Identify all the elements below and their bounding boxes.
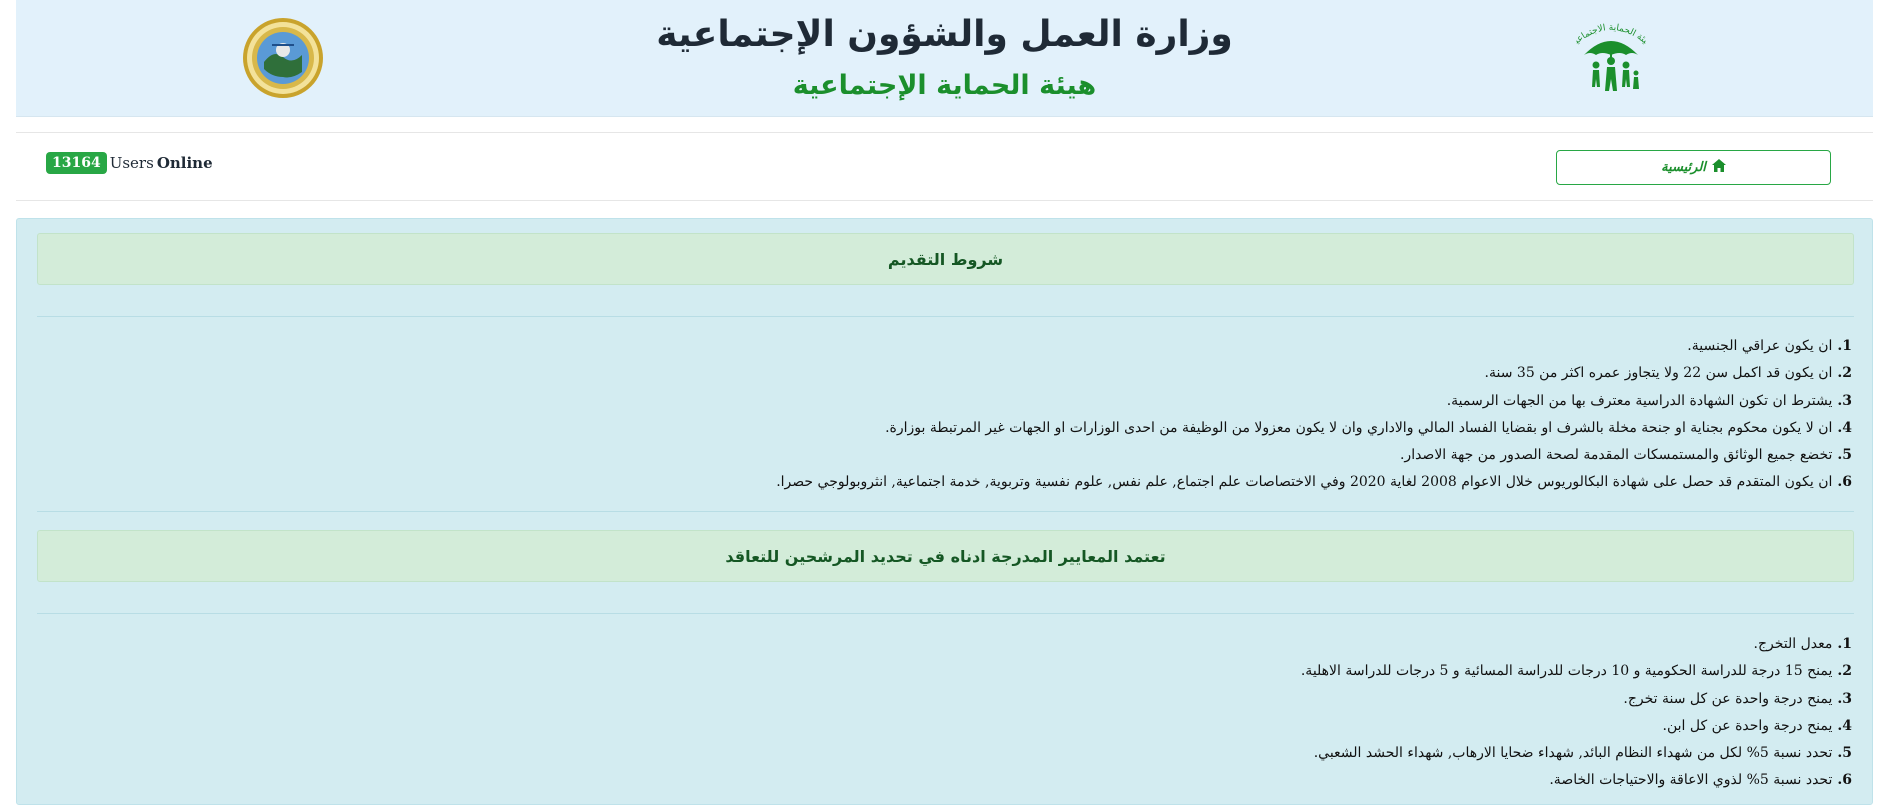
online-count-badge: 13164 — [46, 152, 107, 174]
list-item: 1.معدل التخرج. — [1753, 636, 1852, 652]
list-item: 6.ان يكون المتقدم قد حصل على شهادة البكا… — [776, 474, 1852, 491]
conditions-list: 1.ان يكون عراقي الجنسية. 2.ان يكون قد اك… — [52, 333, 1852, 497]
list-item: 5.تحدد نسبة 5% لكل من شهداء النظام البائ… — [1313, 745, 1852, 762]
list-item: 4.ان لا يكون محكوم بجناية او جنحة مخلة ب… — [885, 419, 1852, 436]
home-icon — [1711, 159, 1726, 176]
section-divider — [37, 511, 1854, 512]
users-online-counter: 13164 Users Online — [46, 151, 213, 175]
criteria-heading: تعتمد المعايير المدرجة ادناه في تحديد ال… — [37, 530, 1854, 582]
section-divider — [37, 316, 1854, 317]
nav-divider-top — [16, 132, 1873, 133]
list-item: 2.يمنح 15 درجة للدراسة الحكومية و 10 درج… — [1300, 663, 1852, 680]
list-item: 1.ان يكون عراقي الجنسية. — [1687, 338, 1852, 354]
conditions-heading: شروط التقديم — [37, 233, 1854, 285]
list-item: 3.يمنح درجة واحدة عن كل سنة تخرج. — [1623, 690, 1852, 707]
home-button-label: الرئيسية — [1661, 160, 1706, 175]
list-item: 2.ان يكون قد اكمل سن 22 ولا يتجاوز عمره … — [1484, 365, 1852, 382]
list-item: 4.يمنح درجة واحدة عن كل ابن. — [1662, 717, 1852, 734]
list-item: 3.يشترط ان تكون الشهادة الدراسية معترف ب… — [1446, 392, 1852, 409]
nav-divider-bottom — [16, 200, 1873, 201]
online-label: Online — [156, 154, 213, 172]
home-button[interactable]: الرئيسية — [1556, 150, 1831, 185]
list-item: 6.تحدد نسبة 5% لذوي الاعاقة والاحتياجات … — [1549, 772, 1852, 789]
list-item: 5.تخضع جميع الوثائق والمستمسكات المقدمة … — [1399, 447, 1852, 464]
users-label: Users — [109, 154, 154, 172]
content-panel: شروط التقديم 1.ان يكون عراقي الجنسية. 2.… — [16, 218, 1873, 805]
site-header: وزارة العمل والشؤون الإجتماعية هيئة الحم… — [16, 0, 1873, 117]
section-divider — [37, 613, 1854, 614]
umbrella-family-logo-icon: هيئة الحماية الاجتماعية — [1563, 8, 1656, 97]
criteria-list: 1.معدل التخرج. 2.يمنح 15 درجة للدراسة ال… — [52, 631, 1852, 795]
